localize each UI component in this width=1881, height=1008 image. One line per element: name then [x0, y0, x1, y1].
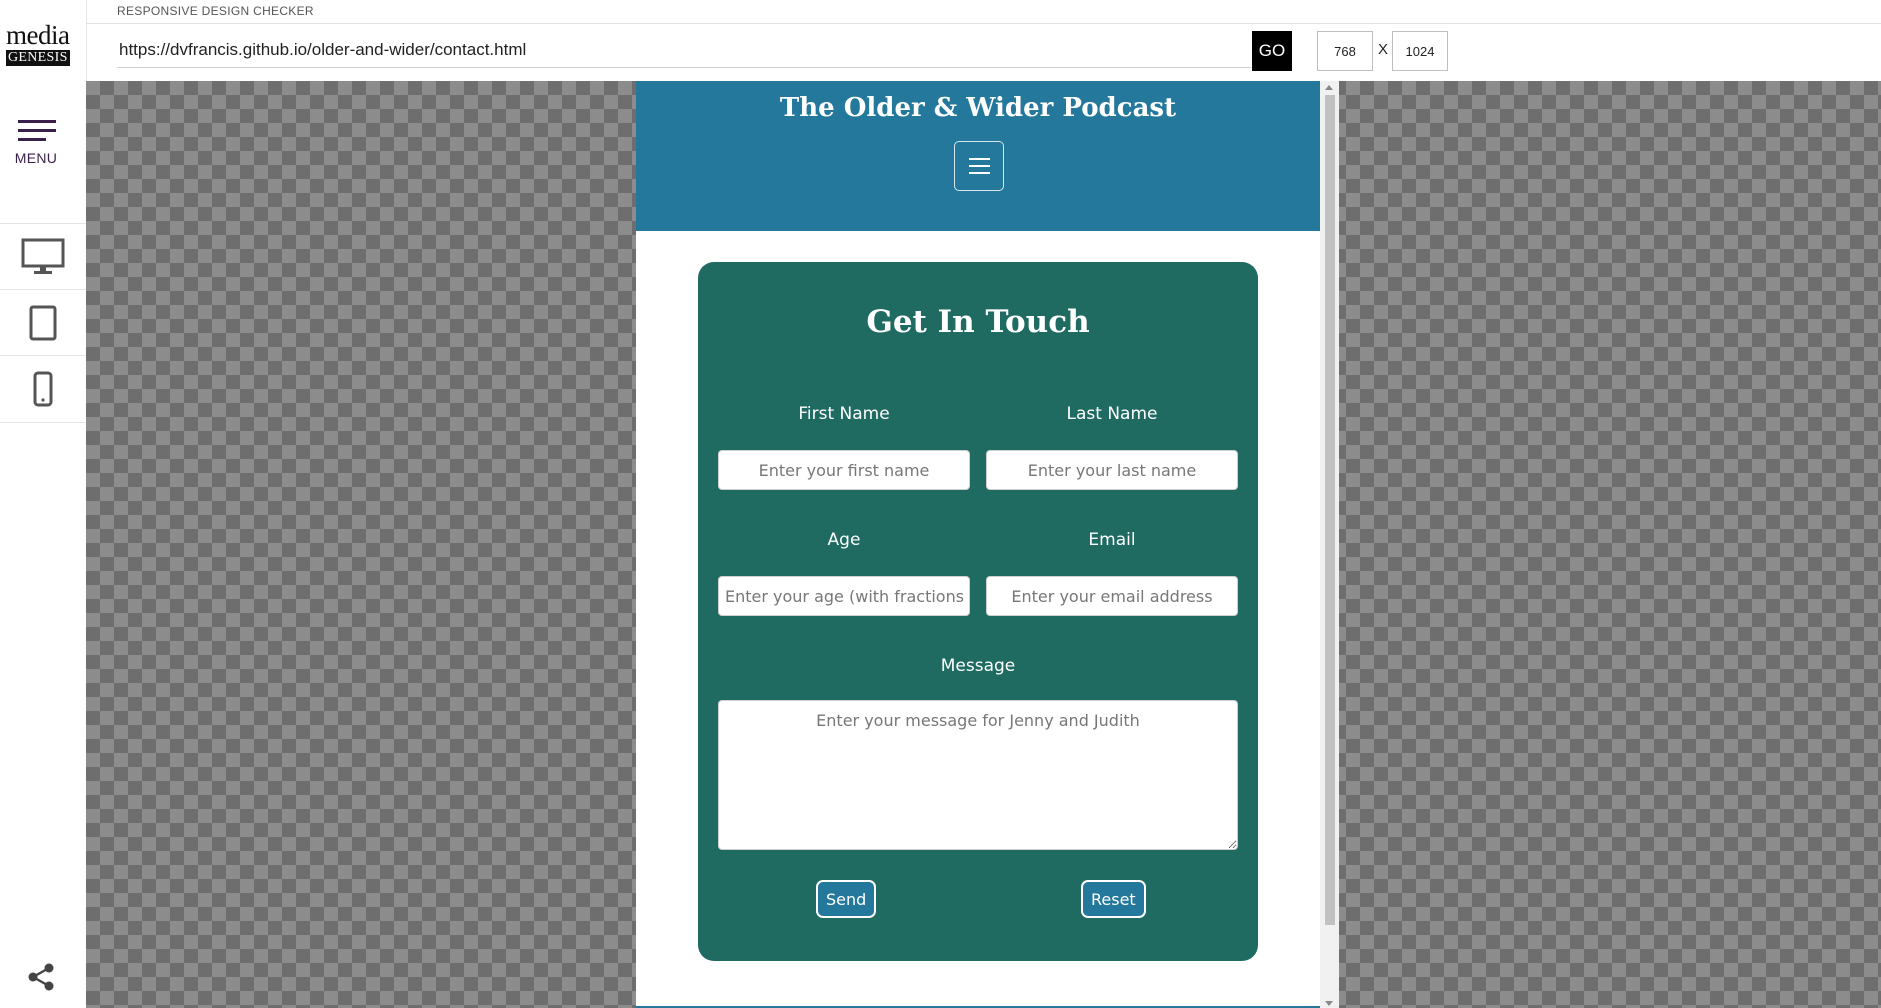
height-input[interactable]	[1392, 31, 1448, 71]
reset-button[interactable]: Reset	[1081, 880, 1146, 918]
preview-frame: The Older & Wider Podcast Get In Touch F…	[636, 81, 1339, 1008]
email-label: Email	[1088, 530, 1136, 550]
first-name-label: First Name	[798, 404, 890, 424]
tablet-icon	[29, 305, 57, 341]
dimension-separator: X	[1378, 41, 1389, 58]
last-name-label: Last Name	[1066, 404, 1158, 424]
share-button[interactable]	[26, 962, 56, 997]
topbar-divider	[86, 23, 1881, 24]
width-input[interactable]	[1317, 31, 1373, 71]
menu-button[interactable]: MENU	[0, 110, 72, 170]
logo-text-top: media	[6, 20, 70, 50]
form-title: Get In Touch	[866, 304, 1090, 340]
media-genesis-logo[interactable]: media GENESIS	[6, 22, 72, 66]
site-header: The Older & Wider Podcast	[636, 81, 1320, 231]
age-field[interactable]	[718, 576, 970, 616]
scroll-thumb[interactable]	[1325, 95, 1335, 925]
preview-scrollbar[interactable]	[1320, 81, 1339, 1008]
app-label: RESPONSIVE DESIGN CHECKER	[117, 4, 314, 18]
message-label: Message	[940, 656, 1016, 676]
share-icon	[28, 963, 54, 991]
desktop-view-button[interactable]	[0, 223, 86, 290]
site-title[interactable]: The Older & Wider Podcast	[636, 93, 1320, 123]
phone-view-button[interactable]	[0, 355, 86, 423]
email-field[interactable]	[986, 576, 1238, 616]
contact-form-card: Get In Touch First Name Last Name Age Em…	[698, 262, 1258, 961]
nav-toggle-button[interactable]	[954, 141, 1004, 191]
first-name-field[interactable]	[718, 450, 970, 490]
sidebar: media GENESIS MENU	[0, 0, 87, 1008]
go-button[interactable]: GO	[1252, 31, 1292, 71]
hamburger-menu-icon	[18, 120, 56, 147]
send-button[interactable]: Send	[816, 880, 877, 918]
age-label: Age	[827, 530, 861, 550]
last-name-field[interactable]	[986, 450, 1238, 490]
phone-icon	[33, 371, 53, 407]
desktop-icon	[21, 238, 65, 274]
url-input[interactable]	[117, 32, 1251, 68]
scroll-up-arrow-icon[interactable]	[1325, 85, 1333, 90]
tablet-view-button[interactable]	[0, 289, 86, 356]
menu-label: MENU	[14, 150, 58, 166]
scroll-down-arrow-icon[interactable]	[1325, 1001, 1333, 1006]
logo-text-bottom: GENESIS	[6, 50, 70, 66]
message-field[interactable]	[718, 700, 1238, 850]
